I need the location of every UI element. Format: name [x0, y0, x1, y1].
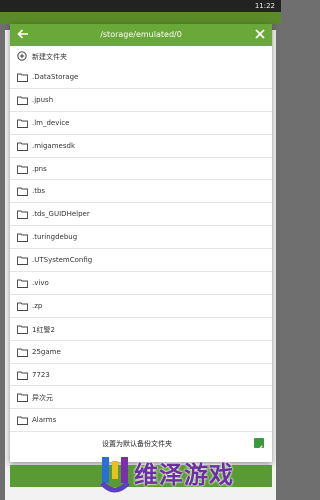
folder-item[interactable]: .lm_device: [10, 112, 272, 135]
arrow-left-icon[interactable]: [16, 27, 30, 41]
folder-item[interactable]: 异次元: [10, 386, 272, 410]
folder-name: .tbs: [32, 187, 46, 196]
folder-icon: [17, 165, 28, 174]
folder-icon: [17, 256, 28, 266]
watermark-logo: [100, 457, 130, 493]
folder-name: .tds_GUIDHelper: [32, 210, 90, 219]
folder-icon: [17, 210, 28, 220]
folder-name: 25game: [32, 347, 61, 356]
folder-icon: [17, 371, 28, 380]
default-folder-checkbox[interactable]: [254, 438, 264, 452]
folder-icon: [17, 73, 28, 82]
folder-name: .jpush: [32, 95, 54, 104]
folder-picker-dialog: /storage/emulated/0 新建文件夹 .DataStorage .…: [10, 24, 272, 462]
folder-item[interactable]: .jpush: [10, 89, 272, 112]
folder-item[interactable]: .vivo: [10, 272, 272, 295]
folder-item[interactable]: .tbs: [10, 180, 272, 204]
folder-name: .pns: [32, 164, 47, 173]
checkmark-icon: [255, 445, 263, 452]
folder-name: .turingdebug: [32, 233, 78, 242]
folder-icon: [17, 142, 28, 151]
folder-icon: [17, 188, 28, 197]
folder-icon: [17, 119, 28, 128]
folder-name: .DataStorage: [32, 73, 79, 81]
folder-icon: [17, 279, 28, 288]
folder-icon: [17, 302, 28, 311]
folder-icon: [17, 416, 28, 426]
new-folder-label: 新建文件夹: [32, 53, 67, 61]
folder-name: 7723: [32, 370, 50, 379]
folder-icon: [17, 325, 28, 334]
new-folder-button[interactable]: 新建文件夹: [10, 47, 272, 65]
folder-item[interactable]: .pns: [10, 158, 272, 181]
status-time: 11:22: [254, 2, 275, 10]
background-app-header: [0, 12, 281, 24]
watermark-text: 维泽游戏: [134, 461, 234, 489]
folder-icon: [17, 233, 28, 243]
folder-item[interactable]: 1红警2: [10, 318, 272, 341]
folder-item[interactable]: .DataStorage: [10, 66, 272, 89]
folder-item[interactable]: Alarms: [10, 409, 272, 433]
folder-name: .UTSystemConfig: [32, 256, 93, 265]
folder-name: 异次元: [32, 394, 53, 403]
folder-name: .zp: [32, 301, 43, 310]
folder-icon: [17, 394, 28, 403]
status-bar: 11:22: [0, 0, 281, 12]
dialog-header: /storage/emulated/0: [10, 24, 272, 46]
folder-item[interactable]: .turingdebug: [10, 226, 272, 250]
folder-item[interactable]: .zp: [10, 295, 272, 318]
folder-name: Alarms: [32, 416, 57, 425]
folder-list: .DataStorage .jpush .lm_device .migamesd…: [10, 66, 272, 433]
folder-item[interactable]: .migamesdk: [10, 135, 272, 158]
folder-item[interactable]: .tds_GUIDHelper: [10, 203, 272, 227]
default-folder-label: 设置为默认备份文件夹: [102, 440, 172, 448]
folder-icon: [17, 96, 28, 105]
folder-item[interactable]: 25game: [10, 341, 272, 364]
default-folder-row[interactable]: 设置为默认备份文件夹: [10, 434, 272, 454]
add-circle-icon: [17, 51, 27, 61]
folder-item[interactable]: 7723: [10, 364, 272, 387]
folder-name: .lm_device: [32, 118, 70, 127]
folder-name: 1红警2: [32, 325, 55, 334]
folder-item[interactable]: .UTSystemConfig: [10, 249, 272, 273]
watermark: 维泽游戏: [100, 453, 270, 497]
current-path: /storage/emulated/0: [100, 30, 182, 39]
folder-icon: [17, 348, 28, 357]
close-icon[interactable]: [254, 28, 266, 40]
folder-name: .vivo: [32, 279, 49, 288]
folder-name: .migamesdk: [32, 141, 75, 150]
